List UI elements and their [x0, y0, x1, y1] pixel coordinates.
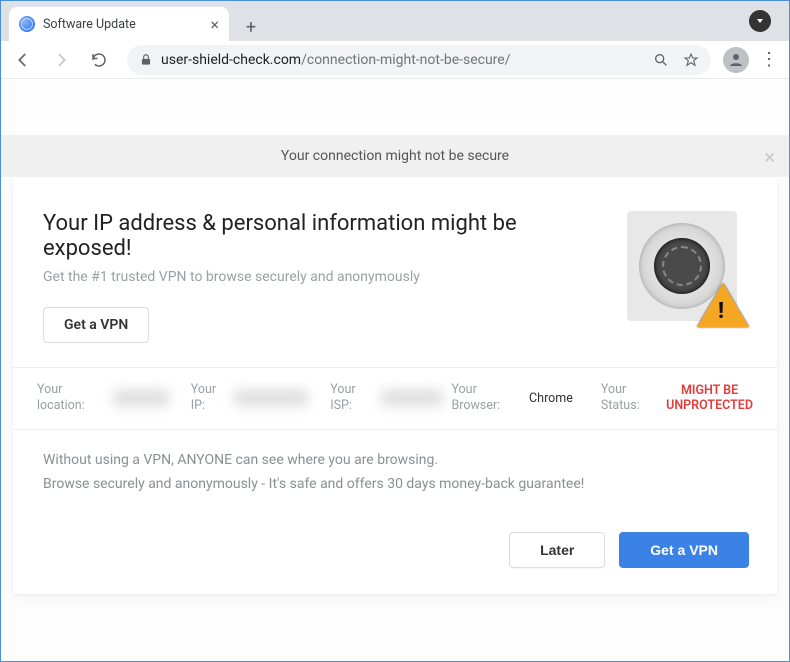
lower-text: Without using a VPN, ANYONE can see wher…	[13, 430, 777, 510]
isp-col: Your ISP:	[330, 382, 443, 415]
profile-avatar[interactable]	[723, 47, 749, 73]
back-button[interactable]	[7, 44, 39, 76]
vpn-card: Your IP address & personal information m…	[13, 177, 777, 594]
forward-button[interactable]	[45, 44, 77, 76]
status-col: Your Status: MIGHT BEUNPROTECTED	[601, 382, 753, 415]
reload-button[interactable]	[83, 44, 115, 76]
menu-button[interactable]: ⋮	[755, 49, 783, 70]
tab-search-button[interactable]	[749, 10, 771, 32]
new-tab-button[interactable]: +	[237, 13, 265, 41]
browser-label: Your Browser:	[451, 382, 519, 415]
ip-col: Your IP:	[191, 382, 308, 415]
warning-triangle-icon	[697, 283, 749, 327]
bookmark-star-icon[interactable]	[683, 52, 699, 68]
location-label: Your location:	[37, 382, 103, 415]
isp-label: Your ISP:	[330, 382, 371, 415]
url-text: user-shield-check.com/connection-might-n…	[161, 52, 511, 68]
location-value	[113, 390, 169, 406]
location-col: Your location:	[37, 382, 169, 415]
address-bar[interactable]: user-shield-check.com/connection-might-n…	[127, 45, 711, 75]
lock-icon	[139, 53, 153, 67]
status-value: MIGHT BEUNPROTECTED	[666, 383, 753, 414]
url-path: /connection-might-not-be-secure/	[301, 52, 510, 68]
browser-toolbar: user-shield-check.com/connection-might-n…	[1, 41, 789, 79]
get-vpn-primary-button[interactable]: Get a VPN	[619, 532, 749, 568]
hero-heading: Your IP address & personal information m…	[43, 211, 607, 261]
ip-value	[234, 390, 308, 406]
lower-line-1: Without using a VPN, ANYONE can see wher…	[43, 452, 747, 468]
hero-subheading: Get the #1 trusted VPN to browse securel…	[43, 269, 607, 285]
browser-col: Your Browser: Chrome	[451, 382, 572, 415]
later-button[interactable]: Later	[509, 532, 605, 568]
page-viewport: Your connection might not be secure × Yo…	[1, 79, 789, 661]
card-footer: Later Get a VPN	[13, 510, 777, 594]
banner-text: Your connection might not be secure	[281, 148, 509, 164]
browser-tab[interactable]: Software Update ×	[9, 7, 229, 41]
hero-section: Your IP address & personal information m…	[13, 177, 777, 367]
close-tab-icon[interactable]: ×	[210, 15, 219, 34]
isp-value	[381, 390, 443, 406]
security-banner: Your connection might not be secure ×	[1, 135, 789, 177]
status-label: Your Status:	[601, 382, 656, 415]
gear-warning-icon	[627, 211, 747, 321]
url-domain: user-shield-check.com	[161, 52, 301, 68]
get-vpn-outline-button[interactable]: Get a VPN	[43, 307, 149, 343]
close-banner-icon[interactable]: ×	[764, 145, 775, 169]
info-bar: Your location: Your IP: Your ISP: Your B…	[13, 367, 777, 430]
globe-icon	[19, 16, 35, 32]
browser-value: Chrome	[529, 391, 573, 406]
tab-title: Software Update	[43, 17, 136, 32]
hero-text: Your IP address & personal information m…	[43, 211, 607, 343]
search-icon[interactable]	[653, 52, 669, 68]
tab-strip: Software Update × +	[1, 1, 789, 41]
ip-label: Your IP:	[191, 382, 224, 415]
lower-line-2: Browse securely and anonymously - It's s…	[43, 476, 747, 492]
browser-window: Software Update × + user-shield-check.co…	[0, 0, 790, 662]
